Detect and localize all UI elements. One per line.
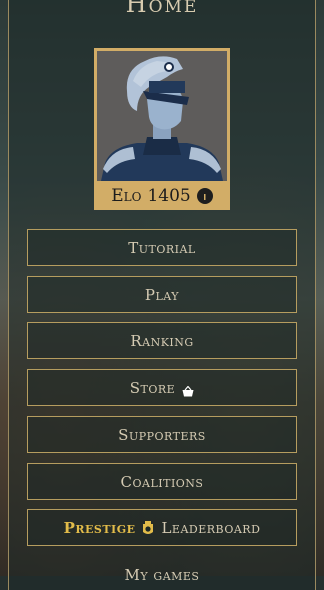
coalitions-button[interactable]: Coalitions <box>27 463 297 500</box>
medal-icon <box>142 520 154 535</box>
elo-value: 1405 <box>147 186 191 206</box>
basket-icon <box>182 383 194 396</box>
prestige-leaderboard-button[interactable]: Prestige Leaderboard <box>27 509 297 546</box>
ranking-label: Ranking <box>130 331 194 350</box>
elo-label: Elo <box>111 186 142 206</box>
store-label: Store <box>129 378 176 397</box>
play-label: Play <box>144 285 180 304</box>
officer-portrait-icon <box>97 51 227 181</box>
supporters-button[interactable]: Supporters <box>27 416 297 453</box>
avatar-frame[interactable]: Elo 1405 i <box>94 48 230 210</box>
supporters-label: Supporters <box>118 425 206 444</box>
ranking-button[interactable]: Ranking <box>27 322 297 359</box>
info-icon[interactable]: i <box>196 188 213 204</box>
tutorial-button[interactable]: Tutorial <box>27 229 297 266</box>
elo-rating: Elo 1405 i <box>94 182 230 210</box>
play-button[interactable]: Play <box>27 276 297 313</box>
tutorial-label: Tutorial <box>128 238 196 257</box>
store-button[interactable]: Store <box>27 369 297 406</box>
coalitions-label: Coalitions <box>120 472 204 491</box>
prestige-label: Prestige <box>63 518 136 537</box>
leaderboard-label: Leaderboard <box>161 518 261 537</box>
avatar <box>97 51 227 181</box>
page-title: Home <box>125 0 199 18</box>
my-games-link[interactable]: My games <box>0 566 324 584</box>
